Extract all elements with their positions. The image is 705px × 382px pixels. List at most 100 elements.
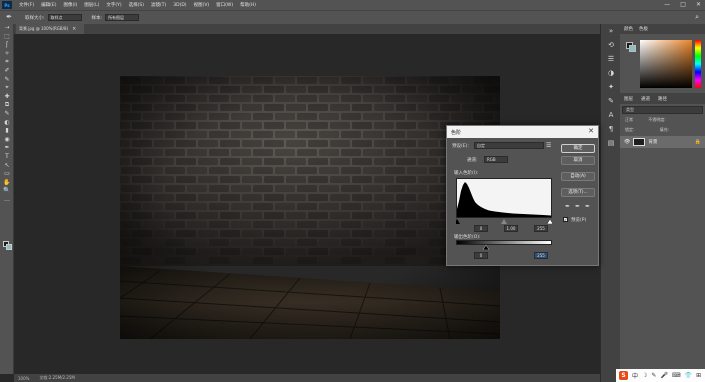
input-black-slider [456, 219, 460, 224]
dodge-tool-icon[interactable]: ◉ [0, 136, 14, 145]
move-tool-icon[interactable]: ⇢ [0, 24, 14, 33]
properties-icon[interactable]: ☰ [601, 52, 621, 66]
channel-select[interactable]: RGB [484, 156, 508, 163]
character-icon[interactable]: A [601, 108, 621, 122]
shape-tool-icon[interactable]: ▭ [0, 170, 14, 179]
pen-tool-icon[interactable]: ✒ [0, 144, 14, 153]
sample-select[interactable]: 所有图层 [105, 14, 140, 21]
photoshop-logo: Ps [2, 1, 12, 9]
blur-tool-icon[interactable]: ▮ [0, 127, 14, 136]
preset-options-icon[interactable]: ☰ [546, 142, 551, 149]
crop-tool-icon[interactable]: ⌗ [0, 58, 14, 67]
maximize-button[interactable]: □ [680, 1, 686, 8]
blend-mode-select[interactable]: 正常 [625, 117, 633, 122]
ime-chinese-icon[interactable]: 中 [632, 371, 638, 380]
styles-icon[interactable]: ✦ [601, 80, 621, 94]
input-gamma-field[interactable]: 1.00 [504, 225, 518, 232]
visibility-eye-icon[interactable]: 👁 [624, 139, 630, 145]
layer-row-background[interactable]: 👁 背景 🔒 [620, 136, 705, 148]
menu-select[interactable]: 选择(S) [129, 2, 144, 8]
zoom-level[interactable]: 100% [18, 376, 29, 381]
cancel-button[interactable]: 取消 [561, 156, 595, 165]
close-tab-icon[interactable]: × [72, 26, 76, 32]
sogou-ime-icon[interactable]: S [619, 371, 628, 380]
lasso-tool-icon[interactable]: ʃ [0, 41, 14, 50]
panel-background-swatch[interactable] [629, 45, 636, 52]
adjustments-icon[interactable]: ◑ [601, 66, 621, 80]
input-gamma-slider [501, 219, 507, 224]
hue-slider[interactable] [695, 40, 701, 88]
gradient-tool-icon[interactable]: ◐ [0, 119, 14, 128]
tab-paths[interactable]: 路径 [658, 96, 667, 102]
more-tools-tool-icon[interactable]: … [0, 196, 14, 205]
layers-panel-tabs: 图层 通道 路径 [620, 93, 705, 104]
history-brush-tool-icon[interactable]: ⧉ [0, 101, 14, 110]
output-slider-track[interactable] [456, 245, 552, 250]
marquee-tool-icon[interactable]: ⬚ [0, 33, 14, 42]
minimize-button[interactable]: — [664, 1, 670, 8]
hand-tool-icon[interactable]: ✋ [0, 179, 14, 188]
output-black-field[interactable]: 0 [474, 252, 488, 259]
gray-eyedropper-icon[interactable]: ✒ [575, 203, 580, 210]
path-select-tool-icon[interactable]: ↖ [0, 162, 14, 171]
opacity-label: 不透明度: [648, 117, 666, 122]
menu-file[interactable]: 文件(F) [19, 2, 34, 8]
menu-type[interactable]: 文字(Y) [106, 2, 121, 8]
brush-tool-icon[interactable]: ⌖ [0, 84, 14, 93]
eyedropper-tool-icon[interactable]: ✐ [0, 67, 14, 76]
menu-edit[interactable]: 编辑(E) [41, 2, 56, 8]
collapse-panels-icon[interactable]: » [601, 24, 621, 38]
eraser-tool-icon[interactable]: ✎ [0, 110, 14, 119]
skin-icon[interactable]: 👕 [685, 372, 692, 379]
black-eyedropper-icon[interactable]: ✒ [565, 203, 570, 210]
preset-select[interactable]: 自定 [474, 142, 544, 149]
menu-layer[interactable]: 图层(L) [84, 2, 99, 8]
tab-channels[interactable]: 通道 [641, 96, 650, 102]
document-info[interactable]: 文档:2.25M/2.25M [39, 375, 74, 381]
menu-view[interactable]: 视图(V) [194, 2, 210, 8]
menu-grid-icon[interactable]: ⊞ [696, 372, 701, 379]
tab-swatches[interactable]: 色板 [639, 26, 648, 32]
history-icon[interactable]: ⟲ [601, 38, 621, 52]
layer-filter-select[interactable]: 类型 [622, 106, 703, 114]
background-color-swatch[interactable] [6, 244, 12, 250]
moon-icon[interactable]: ☽ [642, 372, 647, 379]
quick-select-tool-icon[interactable]: ✧ [0, 50, 14, 59]
zoom-tool-icon[interactable]: 🔍 [0, 187, 14, 196]
menu-help[interactable]: 帮助(H) [240, 2, 256, 8]
brush-settings-icon[interactable]: ✎ [601, 94, 621, 108]
search-icon[interactable]: ⌕ [695, 13, 699, 22]
options-button[interactable]: 选项(T)... [561, 188, 595, 197]
histogram[interactable] [456, 178, 552, 218]
clone-stamp-tool-icon[interactable]: ✚ [0, 93, 14, 102]
type-tool-icon[interactable]: T [0, 153, 14, 162]
white-eyedropper-icon[interactable]: ✒ [585, 203, 590, 210]
menu-window[interactable]: 窗口(W) [216, 2, 233, 8]
preview-checkbox[interactable]: ✓ [563, 217, 568, 222]
color-picker-field[interactable] [640, 40, 692, 88]
output-white-field[interactable]: 255 [534, 252, 548, 259]
menu-3d[interactable]: 3D(D) [173, 3, 186, 8]
microphone-icon[interactable]: 🎤 [660, 372, 667, 379]
input-white-field[interactable]: 255 [534, 225, 548, 232]
pen-icon[interactable]: ✎ [651, 372, 656, 379]
input-slider-track[interactable] [456, 219, 552, 224]
levels-dialog-titlebar[interactable]: 色阶 [447, 126, 598, 138]
canvas-image[interactable] [120, 76, 500, 339]
ok-button[interactable]: 确定 [561, 144, 595, 153]
menu-filter[interactable]: 滤镜(T) [151, 2, 166, 8]
paragraph-icon[interactable]: ¶ [601, 122, 621, 136]
keyboard-icon[interactable]: ⌨ [672, 372, 681, 379]
dialog-close-icon[interactable]: ✕ [588, 127, 594, 135]
input-black-field[interactable]: 0 [474, 225, 488, 232]
eyedropper-tool-icon[interactable]: ✒ [3, 13, 15, 23]
tab-layers[interactable]: 图层 [624, 96, 633, 102]
auto-button[interactable]: 自动(A) [561, 172, 595, 181]
menu-image[interactable]: 图像(I) [63, 2, 77, 8]
healing-tool-icon[interactable]: ✎ [0, 76, 14, 85]
document-tab[interactable]: 背景.jpg @ 100%(RGB/8) × [16, 24, 84, 34]
libraries-icon[interactable]: ▤ [601, 136, 621, 150]
tab-color[interactable]: 颜色 [624, 26, 633, 32]
sample-size-select[interactable]: 取样点 [47, 14, 82, 21]
close-window-button[interactable]: ✕ [696, 1, 701, 8]
